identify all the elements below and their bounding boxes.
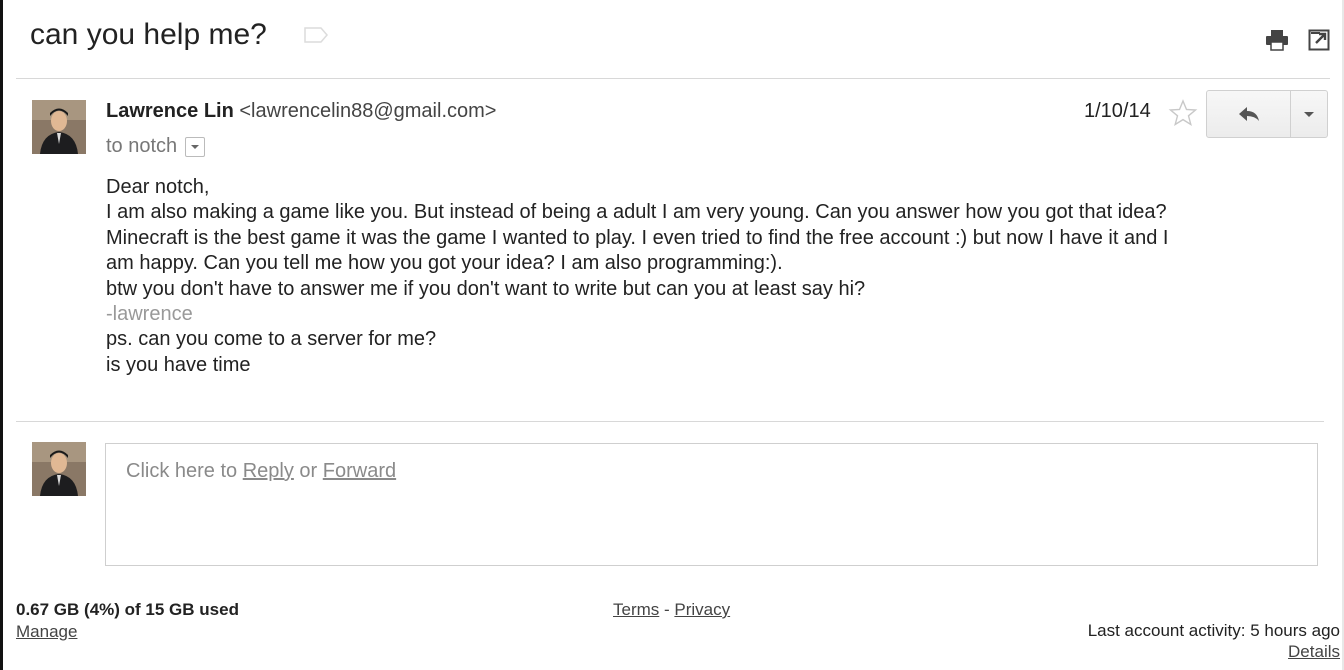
message-date: 1/10/14 [1084,100,1151,122]
manage-link[interactable]: Manage [16,622,77,642]
label-tag-icon[interactable] [303,26,329,44]
sender-name[interactable]: Lawrence Lin [106,100,234,122]
window-frame-left [0,0,3,670]
reply-link[interactable]: Reply [243,460,294,482]
signature: -lawrence [106,303,193,326]
recipient-text: to notch [106,135,178,157]
reply-prompt-middle: or [293,460,323,482]
privacy-link[interactable]: Privacy [674,600,730,619]
forward-link[interactable]: Forward [323,460,396,482]
reply-box[interactable]: Click here to Reply or Forward [105,443,1318,566]
email-subject: can you help me? [30,18,267,51]
body-line: I am also making a game like you. But in… [106,201,1167,224]
recipient-line: to notch [106,135,206,158]
reply-icon [1238,107,1259,121]
body-line: Dear notch, [106,176,210,198]
footer-separator: - [659,600,675,619]
reply-button-group [1206,90,1328,138]
body-line: Minecraft is the best game it was the ga… [106,226,1169,249]
chevron-down-icon[interactable] [185,136,206,157]
sender-avatar[interactable] [32,100,86,154]
storage-usage: 0.67 GB (4%) of 15 GB used [16,600,239,619]
more-actions-button[interactable] [1291,91,1327,137]
message-divider [16,421,1324,422]
reply-prompt: Click here to Reply or Forward [126,460,396,483]
footer-links: Terms - Privacy [613,600,730,620]
sender-email: <lawrencelin88@gmail.com> [239,100,497,122]
header-divider [16,78,1330,79]
postscript-line: is you have time [106,353,251,376]
new-window-icon[interactable] [1306,28,1332,52]
details-link[interactable]: Details [1288,642,1340,662]
caret-down-icon [1304,111,1314,117]
reply-prompt-prefix: Click here to [126,460,243,482]
star-icon[interactable] [1168,98,1198,128]
print-icon[interactable] [1264,28,1290,52]
user-avatar [32,442,86,496]
body-line: btw you don't have to answer me if you d… [106,277,866,300]
body-line: am happy. Can you tell me how you got yo… [106,252,783,275]
postscript-line: ps. can you come to a server for me? [106,328,437,351]
subject-header: can you help me? [30,18,329,52]
thread-actions [1264,28,1332,52]
reply-button[interactable] [1207,91,1291,137]
sender-line: Lawrence Lin <lawrencelin88@gmail.com> [106,100,496,123]
message-body: Dear notch, I am also making a game like… [106,175,1296,378]
last-activity: Last account activity: 5 hours ago [1087,621,1340,640]
terms-link[interactable]: Terms [613,600,659,619]
